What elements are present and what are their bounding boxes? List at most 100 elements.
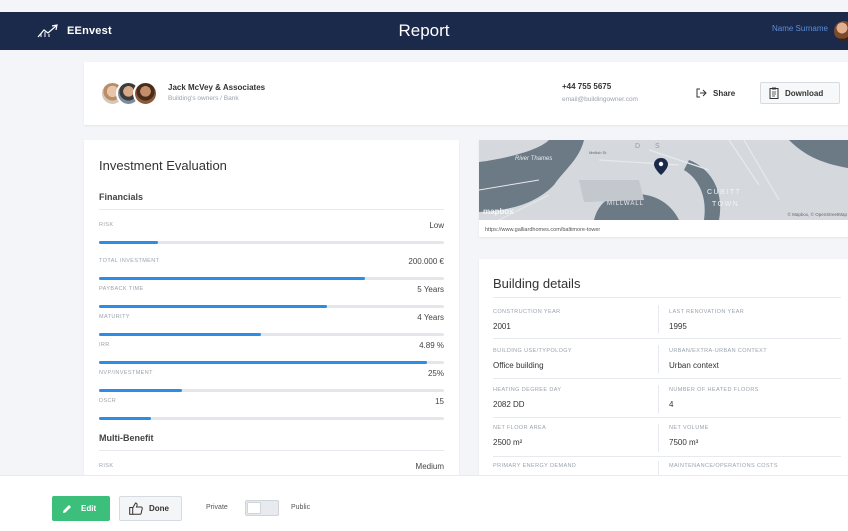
- progress-track: [99, 361, 444, 364]
- field-label: CONSTRUCTION YEAR: [493, 309, 561, 315]
- share-label: Share: [713, 88, 736, 98]
- public-label: Public: [291, 504, 311, 511]
- divider: [99, 209, 444, 210]
- progress-fill: [99, 241, 158, 244]
- map-label: S: [655, 143, 660, 150]
- metric-label: NVP/INVESTMENT: [99, 370, 153, 376]
- thumbs-up-icon: [129, 502, 143, 515]
- user-avatar[interactable]: [834, 21, 848, 41]
- field-last-renovation-year: LAST RENOVATION YEAR 1995: [669, 309, 744, 331]
- page-title: Report: [398, 21, 450, 40]
- metric-payback-time: PAYBACK TIME 5 Years: [99, 285, 444, 314]
- divider: [658, 345, 659, 373]
- map-label: D: [635, 143, 640, 150]
- divider: [658, 385, 659, 413]
- metric-label: MATURITY: [99, 314, 130, 320]
- metric-maturity: MATURITY 4 Years: [99, 313, 444, 342]
- field-value: 7500 m³: [669, 438, 699, 447]
- metric-value: 15: [435, 397, 444, 406]
- mapbox-logo: mapbox: [483, 207, 514, 216]
- download-label: Download: [785, 88, 824, 98]
- map-label: TOWN: [712, 201, 739, 208]
- progress-fill: [99, 333, 262, 336]
- owner-email[interactable]: email@buildingowner.com: [562, 96, 638, 103]
- divider: [99, 450, 444, 451]
- field-label: MAINTENANCE/OPERATIONS COSTS: [669, 463, 778, 469]
- investment-evaluation-card: Investment Evaluation Financials RISK Lo…: [84, 140, 459, 475]
- top-navbar: EEnvest Report Name Surname: [0, 12, 848, 50]
- field-urban-context: URBAN/EXTRA-URBAN CONTEXT Urban context: [669, 348, 767, 370]
- metric-label: TOTAL INVESTMENT: [99, 258, 160, 264]
- divider: [658, 424, 659, 452]
- clipboard-icon: [769, 87, 779, 99]
- progress-fill: [99, 361, 427, 364]
- field-value: 1995: [669, 322, 687, 331]
- investment-title: Investment Evaluation: [99, 158, 227, 173]
- owner-role: Building's owners / Bank: [168, 95, 239, 102]
- divider: [658, 461, 659, 475]
- metric-value: 4.89 %: [419, 341, 444, 350]
- field-value: 2001: [493, 322, 511, 331]
- visibility-toggle[interactable]: [245, 500, 279, 516]
- field-value: 2082 DD: [493, 400, 525, 409]
- progress-fill: [99, 417, 151, 420]
- building-details-card: Building details CONSTRUCTION YEAR 2001 …: [479, 259, 848, 475]
- map-card: River Thames Mellish St D S MILLWALL CUB…: [479, 140, 848, 237]
- metric-label: RISK: [99, 222, 114, 228]
- progress-track: [99, 241, 444, 244]
- building-title: Building details: [493, 276, 581, 291]
- divider: [493, 338, 841, 339]
- field-label: BUILDING USE/TYPOLOGY: [493, 348, 573, 354]
- progress-fill: [99, 389, 182, 392]
- field-label: NET VOLUME: [669, 425, 709, 431]
- footer-toolbar: Edit Done Private Public: [0, 475, 848, 531]
- property-url-link[interactable]: https://www.galliardhomes.com/baltimore-…: [485, 227, 600, 233]
- field-label: NET FLOOR AREA: [493, 425, 547, 431]
- financials-heading: Financials: [99, 192, 144, 202]
- progress-track: [99, 389, 444, 392]
- field-construction-year: CONSTRUCTION YEAR 2001: [493, 309, 561, 331]
- metric-label: RISK: [99, 463, 114, 469]
- field-value: Office building: [493, 361, 544, 370]
- metric-total-investment: TOTAL INVESTMENT 200.000 €: [99, 257, 444, 286]
- divider: [493, 297, 841, 298]
- progress-track: [99, 305, 444, 308]
- metric-value: 5 Years: [417, 285, 444, 294]
- download-button[interactable]: Download: [760, 82, 840, 104]
- progress-track: [99, 333, 444, 336]
- edit-label: Edit: [81, 504, 97, 513]
- metric-mb-risk: RISK Medium: [99, 462, 444, 475]
- field-label: PRIMARY ENERGY DEMAND: [493, 463, 577, 469]
- metric-value: Low: [429, 221, 444, 230]
- edit-button[interactable]: Edit: [52, 496, 110, 521]
- progress-track: [99, 277, 444, 280]
- field-label: URBAN/EXTRA-URBAN CONTEXT: [669, 348, 768, 354]
- map-attribution[interactable]: © Mapbox, © OpenStreetMap: [788, 212, 847, 217]
- metric-risk: RISK Low: [99, 221, 444, 250]
- done-label: Done: [149, 504, 169, 513]
- metric-value: Medium: [415, 462, 444, 471]
- map-label: CUBITT: [707, 189, 741, 196]
- user-name-link[interactable]: Name Surname: [772, 24, 828, 33]
- done-button[interactable]: Done: [119, 496, 182, 521]
- map-label: Mellish St: [589, 150, 607, 155]
- field-heating-degree-day: HEATING DEGREE DAY 2082 DD: [493, 387, 561, 409]
- share-button[interactable]: Share: [688, 82, 754, 104]
- pencil-icon: [62, 504, 72, 514]
- field-net-volume: NET VOLUME 7500 m³: [669, 425, 709, 447]
- metric-value: 200.000 €: [408, 257, 444, 266]
- field-label: LAST RENOVATION YEAR: [669, 309, 745, 315]
- divider: [493, 456, 841, 457]
- field-heated-floors: NUMBER OF HEATED FLOORS 4: [669, 387, 759, 409]
- divider: [658, 305, 659, 333]
- field-primary-energy-demand: PRIMARY ENERGY DEMAND: [493, 463, 576, 475]
- private-label: Private: [206, 504, 228, 511]
- divider: [493, 417, 841, 418]
- field-label: HEATING DEGREE DAY: [493, 387, 562, 393]
- map[interactable]: River Thames Mellish St D S MILLWALL CUB…: [479, 140, 848, 220]
- metric-value: 25%: [427, 369, 444, 378]
- owner-card: Jack McVey & Associates Building's owner…: [84, 62, 848, 125]
- owner-phone: +44 755 5675: [562, 82, 612, 91]
- metric-label: DSCR: [99, 398, 117, 404]
- divider: [493, 378, 841, 379]
